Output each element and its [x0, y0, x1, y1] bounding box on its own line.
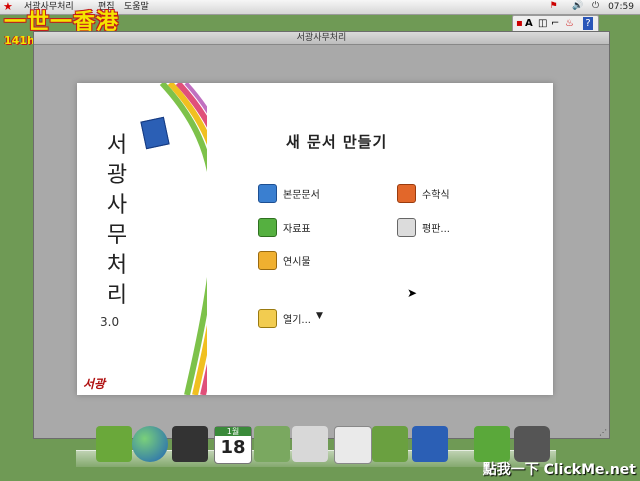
presentation-icon — [258, 251, 277, 270]
drawing-label: 평판... — [422, 224, 450, 235]
app-name-vertical: 서 광 사 무 처 리 — [97, 131, 137, 311]
spreadsheet-label: 자료표 — [283, 224, 311, 235]
app-name-char: 무 — [106, 223, 128, 248]
window-title: 서광사무처리 — [34, 32, 609, 45]
dock-contacts-icon[interactable] — [254, 426, 290, 462]
app-name-char: 사 — [106, 193, 128, 218]
volume-icon[interactable]: 🔊 — [572, 1, 583, 12]
dock-downloads-icon[interactable] — [474, 426, 510, 462]
spreadsheet-icon — [258, 218, 277, 237]
menu-help[interactable]: 도움말 — [124, 1, 149, 13]
chevron-down-icon: ▼ — [316, 311, 323, 321]
dock-search-icon[interactable] — [292, 426, 328, 462]
dock-office-icon[interactable] — [412, 426, 448, 462]
ime-skin-icon[interactable]: ♨ — [565, 17, 574, 30]
power-icon[interactable]: ⏻ — [590, 1, 601, 12]
calendar-day: 18 — [220, 437, 246, 458]
dock-trash-icon[interactable] — [514, 426, 550, 462]
open-folder-icon — [258, 309, 277, 328]
new-document-heading: 새 문서 만들기 — [286, 133, 388, 151]
left-banner: 서 광 사 무 처 리 3.0 서광 — [77, 83, 207, 395]
resize-grip-icon[interactable]: ⋰ — [599, 428, 607, 437]
clock[interactable]: 07:59 — [608, 1, 634, 13]
flag-icon[interactable]: ⚑ — [548, 1, 559, 12]
dock-video-icon[interactable] — [172, 426, 208, 462]
ime-help-icon[interactable]: ? — [583, 17, 593, 30]
version-label: 3.0 — [100, 315, 120, 329]
open-label: 열기... — [283, 315, 311, 326]
equation-label: 수학식 — [422, 190, 450, 201]
mouse-cursor-icon: ➤ — [407, 286, 418, 300]
dock-calculator-icon[interactable] — [334, 426, 372, 464]
app-name-char: 광 — [106, 163, 128, 188]
brand-logo: 서광 — [83, 377, 106, 391]
watermark-footer: 點我一下 ClickMe.net — [482, 462, 636, 478]
ime-punct-icon[interactable]: ⌐ — [551, 17, 559, 30]
app-name-char: 리 — [106, 283, 128, 308]
ime-mode-letter[interactable]: A — [525, 17, 533, 30]
equation-icon — [397, 184, 416, 203]
dock-browser-icon[interactable] — [132, 426, 168, 462]
presentation-label: 연시물 — [283, 257, 311, 268]
app-name-char: 처 — [106, 253, 128, 278]
start-panel: 서 광 사 무 처 리 3.0 서광 새 문서 만들기 본문문서 수학식 자료표… — [77, 83, 553, 395]
text-document-icon — [258, 184, 277, 203]
ime-grip-icon: ▪ — [516, 18, 523, 29]
dock-files-icon[interactable] — [96, 426, 132, 462]
ime-width-icon[interactable]: ◫ — [538, 17, 547, 30]
dock-calendar-icon[interactable]: 1월 18 — [214, 426, 252, 464]
drawing-icon — [397, 218, 416, 237]
text-document-label: 본문문서 — [283, 190, 320, 201]
dock-tools-icon[interactable] — [372, 426, 408, 462]
calendar-month: 1월 — [215, 427, 251, 436]
app-name-char: 서 — [106, 133, 128, 158]
